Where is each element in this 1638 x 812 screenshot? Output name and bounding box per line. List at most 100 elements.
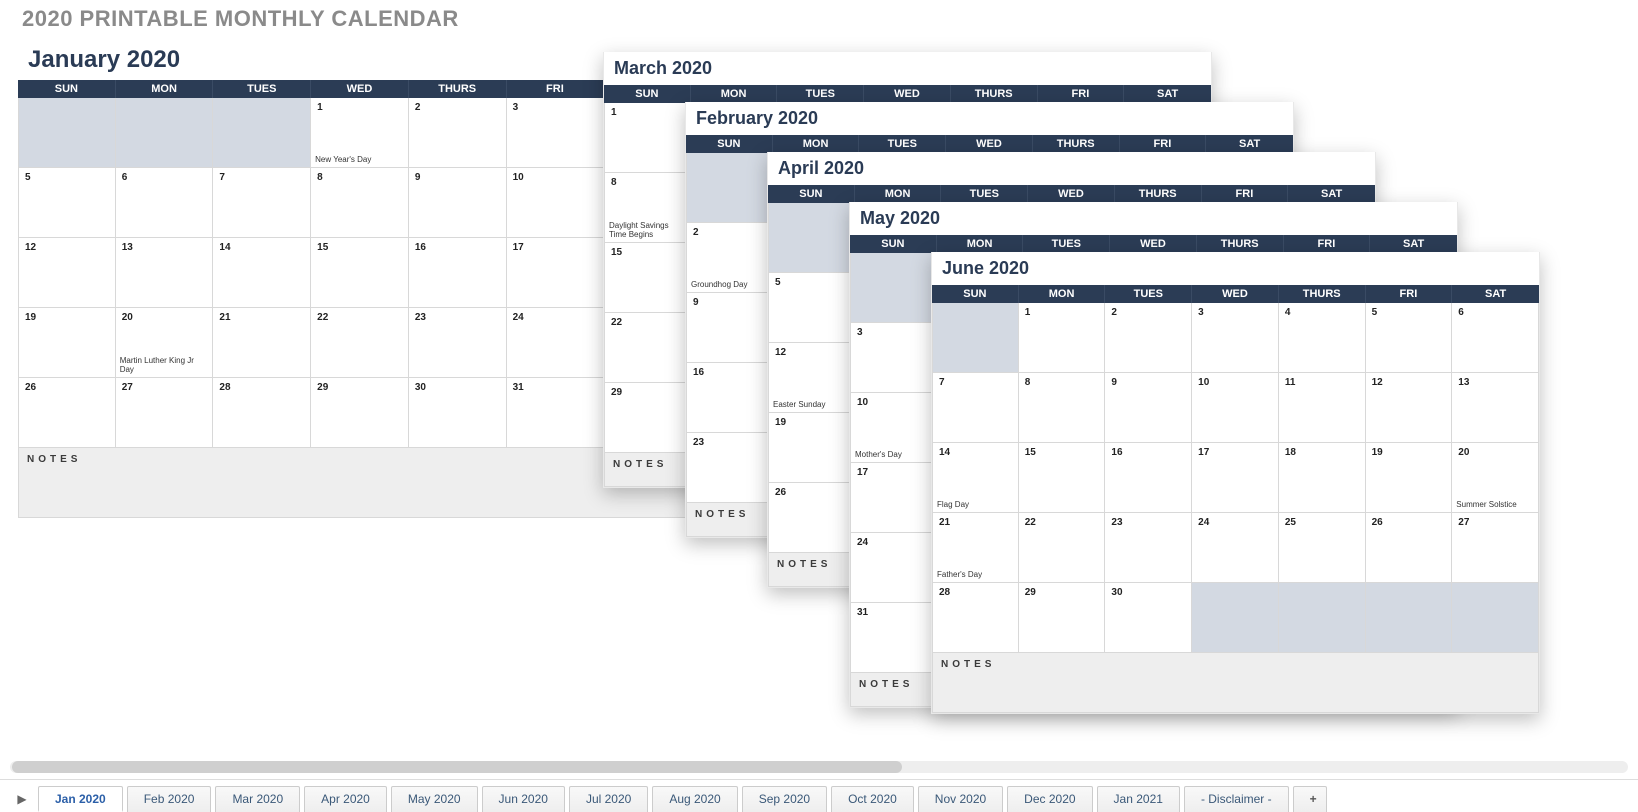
calendar-cell[interactable]: 24 — [1192, 513, 1279, 583]
sheet-tab[interactable]: Aug 2020 — [652, 786, 737, 812]
calendar-cell[interactable]: 24 — [507, 308, 605, 378]
calendar-cell[interactable]: 6 — [1452, 303, 1539, 373]
calendar-cell[interactable]: 18 — [1279, 443, 1366, 513]
sheet-tab[interactable]: May 2020 — [391, 786, 478, 812]
calendar-cell[interactable]: 15 — [1019, 443, 1106, 513]
calendar-cell[interactable]: 26 — [768, 483, 855, 553]
calendar-cell[interactable]: 3 — [1192, 303, 1279, 373]
calendar-cell[interactable]: 1New Year's Day — [311, 98, 409, 168]
calendar-cell[interactable]: 10Mother's Day — [850, 393, 937, 463]
calendar-cell[interactable]: 6 — [116, 168, 214, 238]
calendar-cell[interactable] — [18, 98, 116, 168]
sheet-tab[interactable]: Mar 2020 — [215, 786, 300, 812]
calendar-cell[interactable]: 23 — [1105, 513, 1192, 583]
calendar-cell[interactable]: 22 — [1019, 513, 1106, 583]
calendar-cell[interactable]: 14Flag Day — [932, 443, 1019, 513]
sheet-tab[interactable]: Jan 2021 — [1097, 786, 1180, 812]
calendar-cell[interactable]: 1 — [604, 103, 691, 173]
calendar-cell[interactable]: 8 — [311, 168, 409, 238]
calendar-cell[interactable] — [213, 98, 311, 168]
calendar-cell[interactable]: 13 — [1452, 373, 1539, 443]
calendar-cell[interactable]: 1 — [1019, 303, 1106, 373]
calendar-cell[interactable]: 16 — [409, 238, 507, 308]
scrollbar-thumb[interactable] — [12, 761, 902, 773]
calendar-cell[interactable]: 15 — [604, 243, 691, 313]
sheet-tab[interactable]: Jul 2020 — [569, 786, 648, 812]
calendar-cell[interactable]: 17 — [507, 238, 605, 308]
calendar-cell[interactable]: 21Father's Day — [932, 513, 1019, 583]
calendar-cell[interactable]: 31 — [507, 378, 605, 448]
calendar-cell[interactable]: 14 — [213, 238, 311, 308]
calendar-cell[interactable] — [768, 203, 855, 273]
horizontal-scrollbar[interactable] — [10, 761, 1628, 773]
calendar-cell[interactable]: 17 — [1192, 443, 1279, 513]
calendar-cell[interactable]: 2 — [1105, 303, 1192, 373]
calendar-cell[interactable]: 20Summer Solstice — [1452, 443, 1539, 513]
calendar-cell[interactable] — [1366, 583, 1453, 653]
calendar-cell[interactable]: 22 — [604, 313, 691, 383]
calendar-cell[interactable]: 25 — [1279, 513, 1366, 583]
calendar-cell[interactable]: 2Groundhog Day — [686, 223, 773, 293]
add-sheet-button[interactable]: + — [1293, 786, 1327, 812]
calendar-cell[interactable]: 19 — [18, 308, 116, 378]
calendar-cell[interactable] — [1279, 583, 1366, 653]
calendar-cell[interactable]: 2 — [409, 98, 507, 168]
calendar-cell[interactable]: 5 — [768, 273, 855, 343]
calendar-cell[interactable]: 10 — [507, 168, 605, 238]
sheet-tab[interactable]: Oct 2020 — [831, 786, 914, 812]
calendar-cell[interactable]: 12 — [18, 238, 116, 308]
calendar-cell[interactable]: 27 — [116, 378, 214, 448]
sheet-tab[interactable]: Jun 2020 — [482, 786, 565, 812]
sheet-tab[interactable]: Sep 2020 — [742, 786, 827, 812]
calendar-cell[interactable]: 28 — [932, 583, 1019, 653]
calendar-cell[interactable]: 9 — [409, 168, 507, 238]
calendar-cell[interactable]: 5 — [18, 168, 116, 238]
calendar-cell[interactable]: 22 — [311, 308, 409, 378]
tab-nav-next-icon[interactable]: ▶ — [10, 787, 34, 811]
calendar-cell[interactable] — [686, 153, 773, 223]
sheet-tab[interactable]: Apr 2020 — [304, 786, 387, 812]
calendar-cell[interactable]: 4 — [1279, 303, 1366, 373]
calendar-cell[interactable]: 12 — [1366, 373, 1453, 443]
calendar-cell[interactable]: 5 — [1366, 303, 1453, 373]
calendar-cell[interactable]: 21 — [213, 308, 311, 378]
sheet-tab[interactable]: Dec 2020 — [1007, 786, 1092, 812]
calendar-cell[interactable]: 3 — [850, 323, 937, 393]
calendar-cell[interactable]: 3 — [507, 98, 605, 168]
calendar-cell[interactable]: 10 — [1192, 373, 1279, 443]
notes-section[interactable]: NOTES — [18, 448, 702, 518]
calendar-cell[interactable]: 19 — [1366, 443, 1453, 513]
calendar-cell[interactable]: 23 — [409, 308, 507, 378]
calendar-cell[interactable]: 7 — [213, 168, 311, 238]
calendar-cell[interactable]: 24 — [850, 533, 937, 603]
calendar-cell[interactable]: 29 — [604, 383, 691, 453]
notes-section[interactable]: NOTES — [932, 653, 1539, 713]
calendar-cell[interactable]: 11 — [1279, 373, 1366, 443]
calendar-cell[interactable]: 29 — [1019, 583, 1106, 653]
calendar-cell[interactable]: 7 — [932, 373, 1019, 443]
calendar-cell[interactable]: 30 — [409, 378, 507, 448]
calendar-cell[interactable]: 15 — [311, 238, 409, 308]
calendar-cell[interactable] — [1192, 583, 1279, 653]
sheet-tab[interactable]: Jan 2020 — [38, 786, 123, 812]
calendar-cell[interactable] — [850, 253, 937, 323]
sheet-tab[interactable]: Feb 2020 — [127, 786, 212, 812]
calendar-cell[interactable] — [116, 98, 214, 168]
calendar-cell[interactable]: 28 — [213, 378, 311, 448]
calendar-cell[interactable]: 16 — [1105, 443, 1192, 513]
sheet-tab[interactable]: Nov 2020 — [918, 786, 1003, 812]
calendar-cell[interactable]: 8 — [1019, 373, 1106, 443]
calendar-cell[interactable]: 26 — [18, 378, 116, 448]
calendar-cell[interactable]: 8Daylight Savings Time Begins — [604, 173, 691, 243]
calendar-cell[interactable]: 9 — [686, 293, 773, 363]
calendar-cell[interactable]: 29 — [311, 378, 409, 448]
calendar-cell[interactable]: 27 — [1452, 513, 1539, 583]
calendar-cell[interactable]: 20Martin Luther King Jr Day — [116, 308, 214, 378]
calendar-cell[interactable]: 12Easter Sunday — [768, 343, 855, 413]
calendar-cell[interactable]: 19 — [768, 413, 855, 483]
calendar-cell[interactable]: 23 — [686, 433, 773, 503]
calendar-cell[interactable]: 13 — [116, 238, 214, 308]
calendar-cell[interactable]: 9 — [1105, 373, 1192, 443]
calendar-cell[interactable] — [932, 303, 1019, 373]
calendar-cell[interactable]: 31 — [850, 603, 937, 673]
